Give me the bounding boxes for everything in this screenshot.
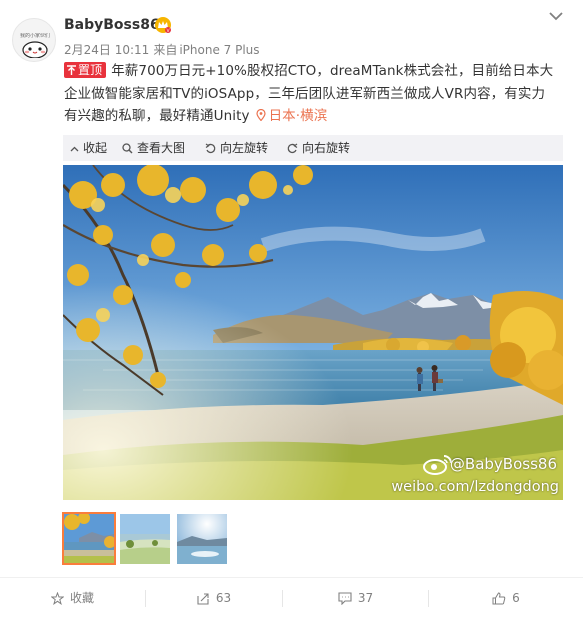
vip-crown-icon[interactable]: V: [154, 16, 172, 34]
watermark-handle: @BabyBoss86: [449, 455, 557, 473]
comment-icon: [338, 592, 352, 605]
collapse-icon: [70, 146, 79, 152]
star-icon: [50, 592, 64, 605]
avatar[interactable]: 我的小家伙们: [12, 18, 56, 62]
repost-button[interactable]: 63: [146, 578, 282, 617]
post-photo[interactable]: @BabyBoss86 weibo.com/lzdongdong: [63, 165, 563, 500]
location-pin-icon: [255, 109, 266, 121]
thumbnail-2[interactable]: [120, 514, 170, 564]
avatar-tag: 我的小家伙们: [19, 33, 50, 39]
collapse-label: 收起: [83, 141, 108, 155]
post-text-line2: 企业做智能家居和TV的iOSApp，三年后团队进军新西兰做成人VR内容，有实力: [64, 85, 546, 102]
pin-icon: [67, 65, 76, 75]
repost-count: 63: [215, 591, 232, 605]
comment-button[interactable]: 37: [283, 578, 428, 617]
chevron-down-icon[interactable]: [547, 9, 565, 23]
post-text-line3: 有兴趣的私聊，最好精通Unity: [64, 108, 250, 124]
location-link[interactable]: 日本·横滨: [269, 108, 328, 124]
source-prefix: 来自: [153, 43, 178, 57]
favorite-label: 收藏: [69, 591, 94, 605]
post-source[interactable]: iPhone 7 Plus: [179, 43, 259, 57]
pinned-label: 置顶: [78, 63, 103, 77]
rotate-right-button[interactable]: 向右旋转: [287, 135, 350, 161]
post-meta: 2月24日 10:11 来自 iPhone 7 Plus: [64, 41, 264, 58]
image-toolbar: 收起 查看大图 向左旋转 向右旋转: [63, 135, 563, 161]
thumbnail-image: [120, 514, 170, 564]
avatar-face-icon: [22, 41, 48, 58]
username-link[interactable]: BabyBoss86: [64, 17, 160, 33]
lake-landscape-image: [63, 165, 563, 500]
rotate-left-icon: [205, 143, 216, 154]
collapse-button[interactable]: 收起: [70, 135, 107, 161]
view-large-button[interactable]: 查看大图: [122, 135, 185, 161]
watermark-url: weibo.com/lzdongdong: [391, 479, 559, 495]
weibo-logo-icon: [423, 455, 452, 475]
rotate-right-label: 向右旋转: [302, 141, 351, 155]
post-actions-bar: 收藏 63 37 6: [0, 577, 583, 617]
favorite-button[interactable]: 收藏: [0, 578, 145, 617]
repost-icon: [197, 593, 209, 605]
rotate-left-label: 向左旋转: [220, 141, 269, 155]
thumbnail-image: [64, 514, 114, 563]
post-text: 置顶 年薪700万日元+10%股权招CTO，dreaMTank株式会社，目前给日本…: [64, 60, 569, 128]
comment-count: 37: [357, 591, 374, 605]
post-time[interactable]: 2月24日 10:11: [64, 43, 149, 57]
pinned-badge: 置顶: [64, 62, 107, 78]
thumbnail-3[interactable]: [177, 514, 227, 564]
like-count: 6: [512, 591, 520, 605]
weibo-post-card: 我的小家伙们 BabyBoss86 V 2月24日 10:11 来自 iPhone …: [0, 0, 583, 617]
like-button[interactable]: 6: [429, 578, 583, 617]
search-icon: [122, 143, 133, 154]
rotate-left-button[interactable]: 向左旋转: [205, 135, 268, 161]
thumbs-up-icon: [492, 592, 506, 605]
thumbnail-1[interactable]: [62, 512, 116, 565]
thumbnail-image: [177, 514, 227, 564]
post-text-line1: 年薪700万日元+10%股权招CTO，dreaMTank株式会社，目前给日本大: [111, 63, 554, 79]
view-large-label: 查看大图: [137, 141, 186, 155]
rotate-right-icon: [287, 143, 298, 154]
